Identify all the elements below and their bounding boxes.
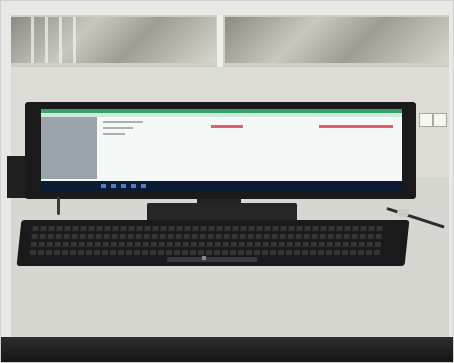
window-blind-slat (31, 17, 34, 63)
window (11, 15, 449, 67)
keyboard-key-row (30, 242, 382, 247)
taskbar-icon (101, 184, 106, 188)
taskbar-icon (121, 184, 126, 188)
cable (57, 197, 60, 215)
keyboard (16, 220, 410, 266)
window-blind-slat (45, 17, 48, 63)
window-blind-slat (73, 17, 76, 63)
screen-taskbar (41, 181, 402, 191)
keyboard-logo (202, 256, 206, 260)
keyboard-spacebar (167, 257, 258, 262)
keyboard-key-row (29, 250, 381, 255)
window-mullion (217, 15, 223, 67)
screen-text-line (103, 121, 143, 123)
taskbar-icon (131, 184, 136, 188)
wall-socket (419, 113, 433, 127)
monitor (25, 102, 416, 199)
wall-socket (433, 113, 447, 127)
monitor-stand-base (147, 203, 297, 221)
window-pane-right (225, 17, 449, 63)
screen-highlight-bar (211, 125, 243, 128)
mouse (397, 209, 409, 217)
keyboard-key-row (31, 234, 382, 239)
window-pane-left (11, 17, 216, 63)
photo (0, 0, 454, 363)
screen-text-line (103, 127, 133, 129)
taskbar-icon (141, 184, 146, 188)
pc-tower (7, 156, 27, 198)
window-blind-slat (59, 17, 62, 63)
monitor-screen (41, 109, 402, 191)
screen-text-line (103, 133, 125, 135)
desk-edge (1, 337, 453, 362)
screen-highlight-bar (319, 125, 393, 128)
screen-app-sidebar (41, 117, 97, 179)
keyboard-key-row (32, 226, 383, 231)
taskbar-icon (111, 184, 116, 188)
